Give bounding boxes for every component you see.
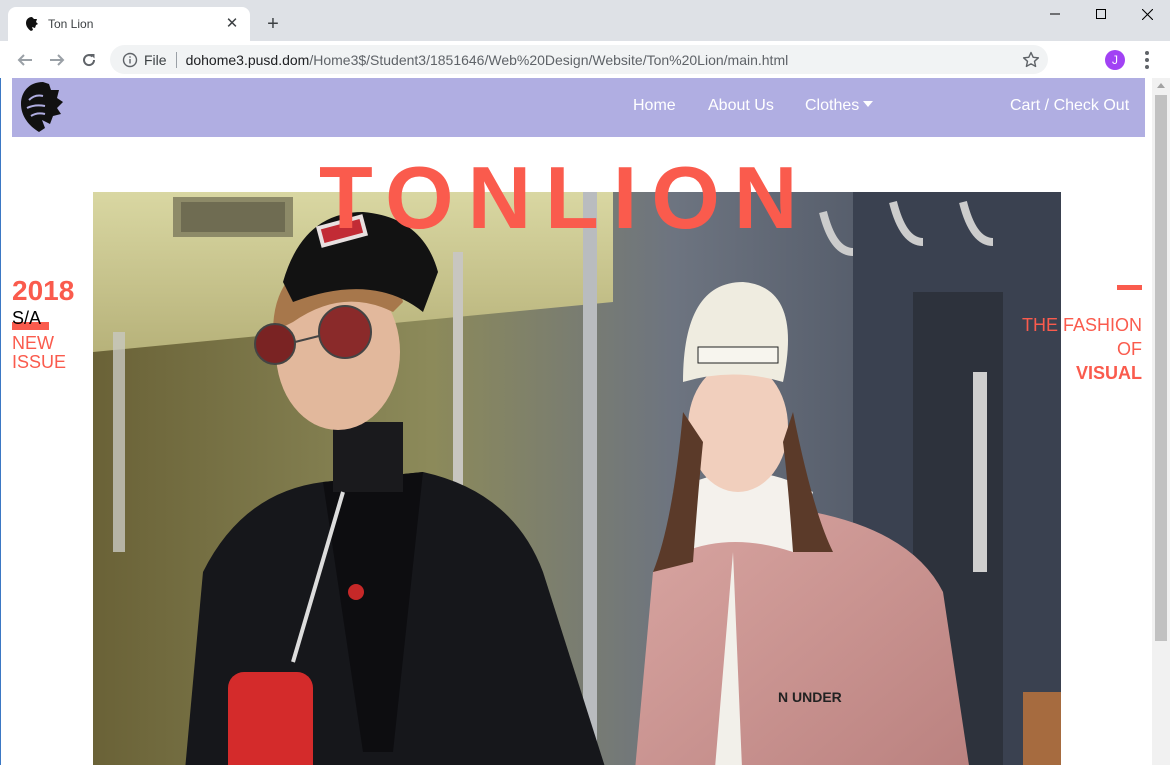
lion-favicon-icon [26,17,38,31]
nav-home-link[interactable]: Home [633,97,676,115]
site-navbar: Home About Us Clothes Cart / Check Out [12,78,1145,137]
file-scheme-label: File [144,51,177,68]
issue-line-2: ISSUE [12,352,67,372]
scroll-up-arrow-icon[interactable] [1157,83,1165,88]
nav-about-link[interactable]: About Us [708,97,774,115]
tagline-line-3: VISUAL [1075,363,1142,383]
maximize-icon[interactable] [1078,0,1124,28]
nav-cart-link[interactable]: Cart / Check Out [1010,97,1129,115]
nav-clothes-dropdown[interactable]: Clothes [805,97,874,115]
right-tagline: THE FASHION OF VISUAL [1022,285,1142,385]
new-tab-icon[interactable]: + [262,13,284,35]
jacket-logo: N UNDER [778,689,842,705]
tab-strip: Ton Lion ✕ + [0,0,1170,41]
tagline-line-1: THE FASHION [1021,315,1142,335]
forward-arrow-icon[interactable] [45,48,69,72]
minimize-icon[interactable] [1032,0,1078,28]
url-path: /Home3$/Student3/1851646/Web%20Design/We… [309,51,789,68]
browser-tab[interactable]: Ton Lion ✕ [8,7,250,41]
browser-chrome: Ton Lion ✕ + File dohome3.pusd.dom/Home3… [0,0,1170,78]
profile-avatar[interactable]: J [1105,50,1125,70]
lion-logo-icon[interactable] [15,80,69,134]
season-year: 2018 [12,275,75,306]
address-bar[interactable]: File dohome3.pusd.dom/Home3$/Student3/18… [110,45,1048,74]
url-text[interactable]: dohome3.pusd.dom/Home3$/Student3/1851646… [186,52,789,68]
hero-photo: N UNDER [93,192,1061,765]
tagline-line-2: OF [1117,339,1142,359]
season-code: S/A [12,308,74,330]
caret-down-icon [863,101,874,107]
season-code-text: S/A [12,308,42,328]
left-tagline: 2018 S/A NEW ISSUE [12,274,74,372]
window-close-icon[interactable] [1124,0,1170,28]
nav-clothes-label: Clothes [805,97,860,114]
vertical-scrollbar[interactable] [1152,78,1170,765]
url-host: dohome3.pusd.dom [185,51,310,68]
page-viewport: N UNDER Home About Us Clothes Cart / Che… [0,78,1170,765]
issue-line-1: NEW [12,333,54,353]
info-icon[interactable] [122,52,138,68]
browser-toolbar: File dohome3.pusd.dom/Home3$/Student3/18… [0,41,1170,78]
tab-title: Ton Lion [48,17,94,31]
subway-couple-illustration: N UNDER [93,192,1061,765]
bookmark-star-icon[interactable] [1022,51,1040,69]
menu-kebab-icon[interactable] [1140,49,1154,71]
accent-dash [1117,285,1142,290]
brand-title: TONLION [319,148,812,247]
reload-icon[interactable] [77,48,101,72]
new-issue-text: NEW ISSUE [12,334,74,372]
back-arrow-icon[interactable] [13,48,37,72]
scroll-thumb[interactable] [1155,95,1167,641]
tab-close-icon[interactable]: ✕ [224,16,240,32]
